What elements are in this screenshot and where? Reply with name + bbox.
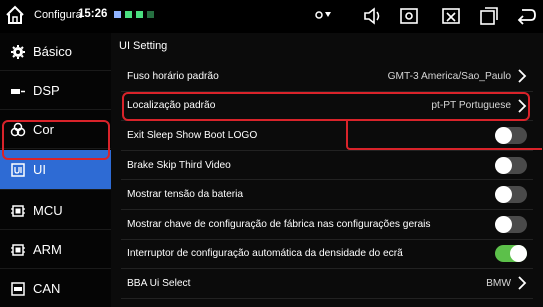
location-wifi-icon bbox=[315, 11, 331, 19]
setting-label: Brake Skip Third Video bbox=[127, 159, 231, 171]
dsp-icon bbox=[11, 88, 25, 94]
setting-label: Mostrar tensão da bateria bbox=[127, 189, 244, 201]
sidebar-item-label: DSP bbox=[33, 83, 60, 98]
page-title: UI Setting bbox=[119, 40, 168, 52]
can-icon bbox=[11, 281, 25, 296]
app-title: Configura bbox=[34, 9, 82, 21]
recent-apps-icon[interactable] bbox=[478, 5, 500, 27]
setting-label: BBA Ui Select bbox=[127, 277, 191, 289]
status-bar: Configura 15:26 bbox=[0, 0, 543, 33]
setting-row-timezone[interactable]: Fuso horário padrão GMT-3 America/Sao_Pa… bbox=[121, 62, 533, 92]
toggle-knob bbox=[510, 245, 527, 263]
setting-row-bba-ui[interactable]: BBA Ui Select BMW bbox=[121, 269, 533, 299]
notification-icon bbox=[136, 11, 143, 18]
toggle-switch[interactable] bbox=[495, 245, 527, 263]
sidebar-item-label: UI bbox=[33, 162, 46, 177]
highlight-box bbox=[122, 92, 530, 121]
chip-icon bbox=[11, 243, 25, 256]
toggle-switch[interactable] bbox=[495, 215, 527, 233]
sidebar-item-arm[interactable]: ARM bbox=[0, 231, 111, 269]
sidebar-item-can[interactable]: CAN bbox=[0, 270, 111, 307]
setting-value: GMT-3 America/Sao_Paulo bbox=[388, 69, 527, 83]
callout-line bbox=[346, 120, 542, 150]
setting-row-auto-density: Interruptor de configuração automática d… bbox=[121, 240, 533, 270]
notification-icon bbox=[114, 11, 121, 18]
sidebar-item-basico[interactable]: Básico bbox=[0, 33, 111, 71]
sidebar-item-mcu[interactable]: MCU bbox=[0, 192, 111, 230]
toggle-knob bbox=[495, 215, 512, 233]
home-icon[interactable] bbox=[4, 4, 26, 26]
ui-icon bbox=[11, 162, 25, 177]
sidebar: Básico DSP Cor UI MCU ARM CAN bbox=[0, 33, 111, 307]
notification-icons bbox=[114, 11, 154, 20]
setting-label: Interruptor de configuração automática d… bbox=[127, 248, 403, 260]
setting-value: BMW bbox=[486, 276, 527, 291]
setting-label: Mostrar chave de configuração de fábrica… bbox=[127, 218, 431, 230]
sidebar-item-label: MCU bbox=[33, 203, 63, 218]
toggle-switch[interactable] bbox=[495, 186, 527, 204]
highlight-box bbox=[2, 120, 110, 160]
chevron-right-icon bbox=[518, 69, 527, 83]
chip-icon bbox=[11, 204, 25, 217]
screenshot-icon[interactable] bbox=[398, 5, 420, 27]
close-app-icon[interactable] bbox=[440, 5, 462, 27]
setting-row-battery-voltage: Mostrar tensão da bateria bbox=[121, 180, 533, 210]
main-content: UI Setting Fuso horário padrão GMT-3 Ame… bbox=[111, 33, 543, 307]
sidebar-item-label: ARM bbox=[33, 242, 62, 257]
volume-icon[interactable] bbox=[362, 5, 384, 27]
sidebar-item-dsp[interactable]: DSP bbox=[0, 72, 111, 110]
setting-label: Exit Sleep Show Boot LOGO bbox=[127, 129, 258, 141]
toggle-switch[interactable] bbox=[495, 156, 527, 174]
sidebar-item-label: Básico bbox=[33, 44, 73, 59]
notification-icon bbox=[125, 11, 132, 18]
setting-label: Fuso horário padrão bbox=[127, 70, 219, 82]
setting-row-brake-skip-video: Brake Skip Third Video bbox=[121, 151, 533, 181]
setting-row-factory-key: Mostrar chave de configuração de fábrica… bbox=[121, 210, 533, 240]
chevron-right-icon bbox=[518, 276, 527, 291]
clock: 15:26 bbox=[78, 8, 108, 20]
timezone-value: GMT-3 America/Sao_Paulo bbox=[387, 70, 511, 82]
gear-icon bbox=[11, 44, 25, 59]
toggle-knob bbox=[495, 186, 512, 204]
back-icon[interactable] bbox=[515, 5, 537, 27]
bba-ui-value: BMW bbox=[486, 277, 511, 289]
sidebar-item-label: CAN bbox=[33, 281, 61, 296]
toggle-knob bbox=[495, 156, 512, 174]
notification-icon bbox=[147, 11, 154, 18]
